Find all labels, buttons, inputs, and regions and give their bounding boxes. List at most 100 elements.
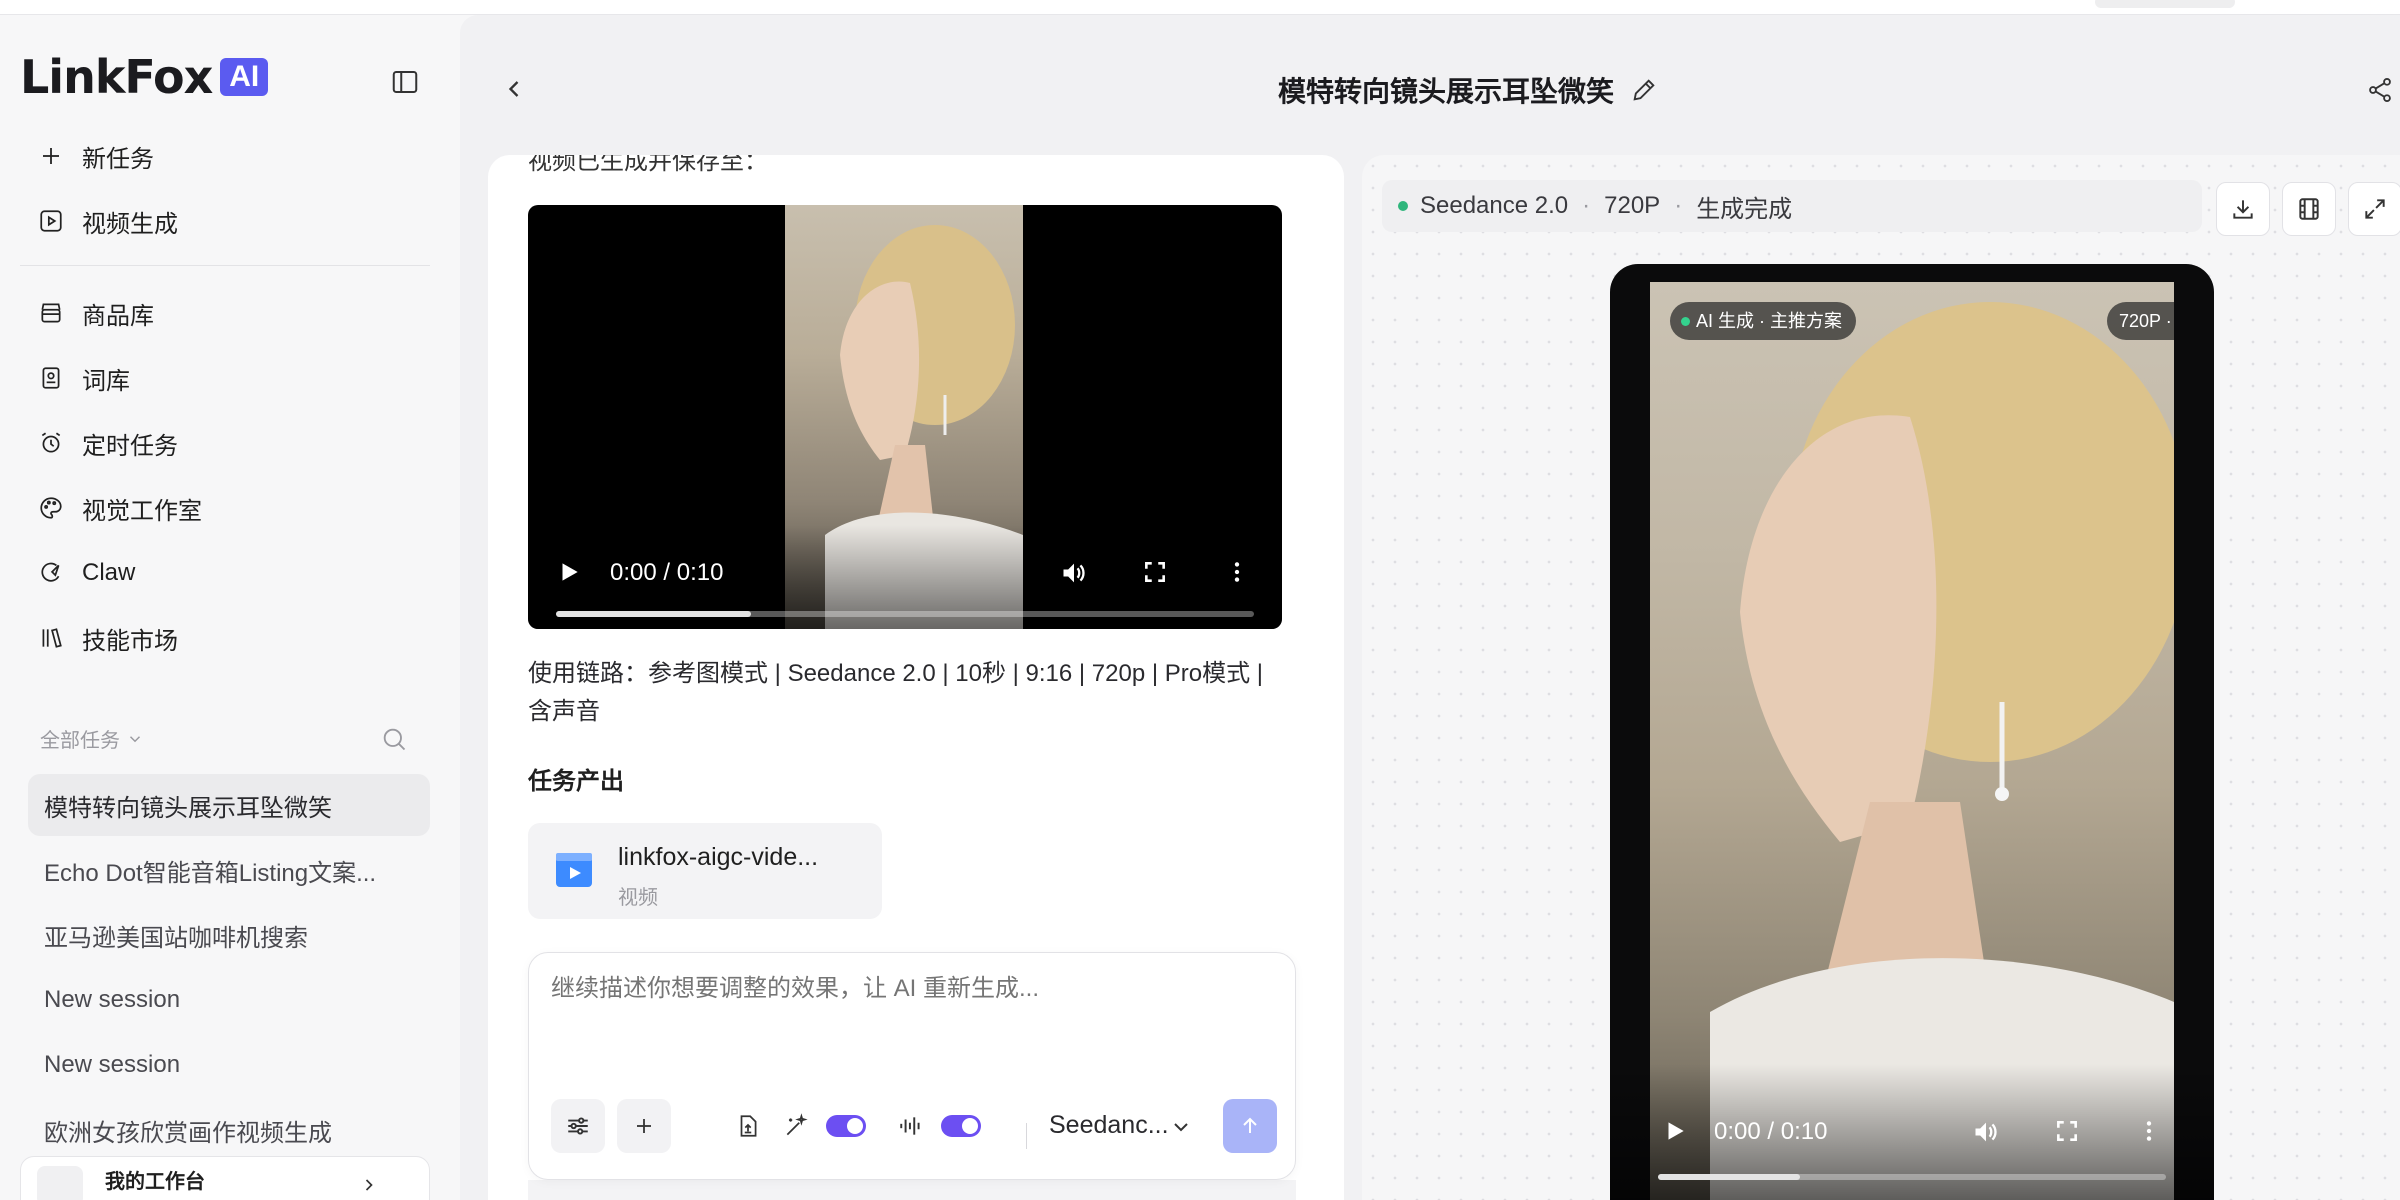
generation-meta: Seedance 2.0 · 720P · 生成完成	[1382, 180, 2202, 232]
logo-badge: AI	[220, 58, 269, 96]
video-progress-fill	[556, 611, 752, 617]
logo-text: LinkFox	[20, 50, 213, 104]
video-time: 0:00 / 0:10	[1714, 1118, 1828, 1145]
send-button[interactable]	[1223, 1099, 1277, 1153]
meta-model: Seedance 2.0	[1420, 192, 1569, 219]
nav-label: 定时任务	[82, 432, 178, 460]
play-icon[interactable]	[556, 559, 586, 589]
sound-toggle[interactable]	[941, 1115, 981, 1137]
preview-video[interactable]: AI 生成 · 主推方案 720P · 10秒	[1650, 282, 2174, 1200]
more-vertical-icon[interactable]	[1224, 559, 1254, 589]
expand-icon	[2362, 196, 2388, 222]
alarm-icon	[36, 428, 66, 458]
video-progress-fill	[1658, 1174, 1801, 1180]
model-select[interactable]: Seedanc...	[1049, 1111, 1169, 1140]
workspace-button[interactable]: 我的工作台	[20, 1156, 430, 1200]
meta-resolution: 720P	[1604, 192, 1661, 219]
resolution-badge: 720P · 10秒	[2107, 302, 2174, 340]
ai-generated-badge: AI 生成 · 主推方案	[1670, 302, 1857, 340]
audio-wave-icon	[891, 1099, 931, 1153]
nav-label: 技能市场	[82, 627, 178, 655]
sidebar-divider	[20, 265, 430, 266]
workspace-label: 我的工作台	[105, 1170, 205, 1193]
video-player[interactable]: 0:00 / 0:10	[528, 205, 1282, 629]
sidebar: LinkFox AI 新任务 视频生成 商品库 词库 定时任务 视觉工作室 Cl…	[0, 15, 450, 1200]
prompt-input[interactable]	[551, 975, 1271, 1003]
video-time: 0:00 / 0:10	[610, 559, 724, 586]
top-bar-pill[interactable]	[2095, 0, 2235, 8]
composer-footer	[528, 1180, 1296, 1200]
output-title: 任务产出	[528, 768, 624, 795]
preview-video-controls: 0:00 / 0:10	[1610, 1064, 2214, 1200]
task-item[interactable]: 亚马逊美国站咖啡机搜索	[28, 904, 430, 966]
task-item[interactable]: Echo Dot智能音箱Listing文案...	[28, 839, 430, 901]
video-progress-track[interactable]	[556, 611, 1254, 617]
video-file-icon	[554, 851, 594, 891]
nav-claw[interactable]: Claw	[20, 547, 430, 599]
play-icon[interactable]	[1662, 1118, 1692, 1148]
nav-skill-market[interactable]: 技能市场	[20, 612, 430, 664]
preview-device: AI 生成 · 主推方案 720P · 10秒 0:00 / 0:10	[1610, 264, 2214, 1200]
all-tasks-filter[interactable]: 全部任务	[40, 724, 144, 753]
add-button[interactable]	[617, 1099, 671, 1153]
settings-sliders-button[interactable]	[551, 1099, 605, 1153]
download-button[interactable]	[2216, 182, 2270, 236]
toolbar-separator	[1026, 1123, 1027, 1149]
film-button[interactable]	[2282, 182, 2336, 236]
nav-dictionary[interactable]: 词库	[20, 352, 430, 404]
output-file-card[interactable]: linkfox-aigc-vide... 视频	[528, 823, 882, 919]
search-icon[interactable]	[380, 725, 410, 755]
sidebar-toggle-icon[interactable]	[390, 67, 420, 97]
nav-label: 词库	[82, 367, 130, 395]
library-icon	[36, 623, 66, 653]
nav-label: 视觉工作室	[82, 497, 202, 525]
nav-visual-studio[interactable]: 视觉工作室	[20, 482, 430, 534]
claw-icon	[36, 558, 66, 588]
page-title: 模特转向镜头展示耳坠微笑	[1278, 76, 1615, 107]
more-vertical-icon[interactable]	[2136, 1118, 2166, 1148]
nav-label: 商品库	[82, 302, 154, 330]
fullscreen-icon[interactable]	[2054, 1118, 2084, 1148]
section-label: 全部任务	[40, 730, 120, 752]
message-text: 视频已生成并保存至：	[528, 155, 768, 175]
plus-icon	[36, 141, 66, 171]
video-controls: 0:00 / 0:10	[528, 525, 1282, 629]
nav-product-library[interactable]: 商品库	[20, 287, 430, 339]
nav-label: 视频生成	[82, 210, 178, 238]
video-play-icon	[36, 206, 66, 236]
share-icon[interactable]	[2366, 76, 2396, 106]
plus-icon	[632, 1114, 656, 1138]
chevron-down-icon[interactable]	[1169, 1115, 1195, 1141]
edit-pencil-icon[interactable]	[1630, 76, 1660, 106]
volume-icon[interactable]	[1972, 1118, 2002, 1148]
expand-button[interactable]	[2348, 182, 2400, 236]
chevron-right-icon	[359, 1175, 379, 1195]
task-item[interactable]: New session	[28, 1034, 430, 1096]
nav-video-generation[interactable]: 视频生成	[20, 195, 430, 247]
nav-new-task[interactable]: 新任务	[20, 130, 430, 182]
nav-scheduled-tasks[interactable]: 定时任务	[20, 417, 430, 469]
task-item[interactable]: 模特转向镜头展示耳坠微笑	[28, 774, 430, 836]
magic-wand-icon	[776, 1099, 816, 1153]
meta-status: 生成完成	[1696, 195, 1793, 223]
file-upload-icon	[735, 1113, 761, 1139]
back-arrow-icon[interactable]	[500, 75, 530, 105]
status-dot	[1398, 201, 1408, 211]
dictionary-icon	[36, 363, 66, 393]
store-icon	[36, 298, 66, 328]
file-name: linkfox-aigc-vide...	[618, 843, 819, 871]
task-item[interactable]: New session	[28, 969, 430, 1031]
upload-file-button[interactable]	[721, 1099, 775, 1153]
video-progress-track[interactable]	[1658, 1174, 2166, 1180]
magic-toggle[interactable]	[826, 1115, 866, 1137]
volume-icon[interactable]	[1060, 559, 1090, 589]
folder-icon	[37, 1166, 83, 1200]
task-item[interactable]: 欧洲女孩欣赏画作视频生成	[28, 1099, 430, 1161]
download-icon	[2230, 196, 2256, 222]
sliders-icon	[565, 1113, 591, 1139]
composer: Seedanc...	[528, 952, 1296, 1180]
logo[interactable]: LinkFox AI	[20, 49, 269, 105]
chevron-down-icon	[126, 730, 144, 748]
nav-label: 新任务	[82, 145, 154, 173]
fullscreen-icon[interactable]	[1142, 559, 1172, 589]
